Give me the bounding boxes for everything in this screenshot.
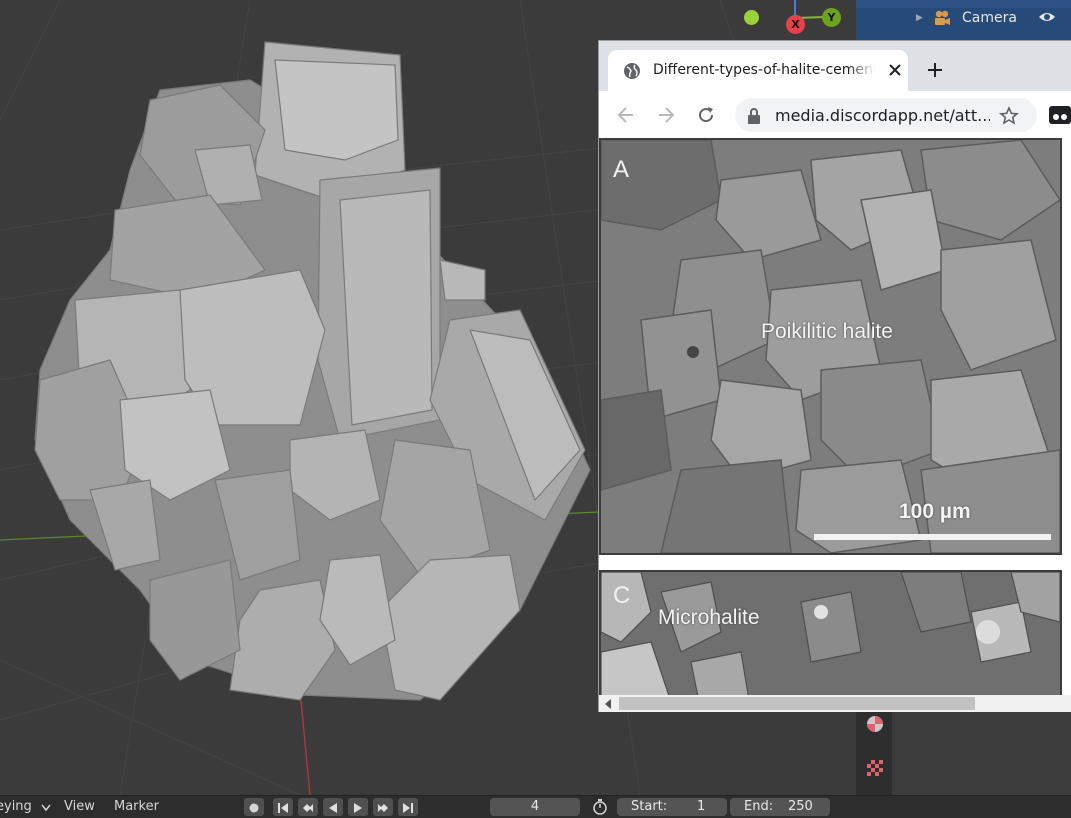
play-icon [354,803,362,813]
browser-window: Different-types-of-halite-cement media.d… [598,40,1071,712]
forward-arrow-icon[interactable] [656,105,676,125]
gizmo-y-label: Y [827,11,836,24]
record-icon [249,803,259,813]
texture-tab-icon[interactable] [865,758,885,778]
stopwatch-icon[interactable] [591,798,609,816]
timeline-header: eying View Marker 4 Start: 1 End: 250 [0,795,1071,818]
record-button[interactable] [244,798,264,816]
globe-icon [624,63,640,79]
scroll-left-arrow-icon[interactable] [605,699,611,709]
sem-image-c [601,572,1060,695]
sem-image-a [601,140,1060,553]
view-menu[interactable]: View [64,799,95,814]
expand-arrow-icon[interactable]: ▶ [916,13,923,23]
tab-title: Different-types-of-halite-cement [653,62,875,78]
end-value: 250 [788,799,813,814]
keying-menu[interactable]: eying [0,799,32,814]
start-value: 1 [697,799,706,814]
current-frame-field[interactable]: 4 [490,798,580,816]
tab-strip: Different-types-of-halite-cement [599,41,1071,91]
outliner-row-above[interactable] [856,0,1071,8]
gizmo-y-axis-ball[interactable]: Y [822,8,841,27]
bookmark-star-icon[interactable] [999,106,1019,126]
new-tab-icon[interactable] [926,61,944,79]
chevron-down-icon[interactable] [41,804,51,812]
back-arrow-icon[interactable] [616,105,636,125]
next-keyframe-icon [378,804,388,812]
gizmo-x-axis-ball[interactable]: X [786,15,805,34]
image-viewer[interactable]: A Poikilitic halite 100 µm C Microhalite [599,138,1071,695]
navigation-bar: media.discordapp.net/att... [599,91,1071,139]
properties-panel [892,700,1071,795]
play-reverse-icon [329,803,337,813]
visibility-eye-icon[interactable] [1038,10,1056,24]
reload-icon[interactable] [696,105,716,125]
material-tab-icon[interactable] [865,714,885,734]
panel-a-caption: Poikilitic halite [761,320,893,343]
close-tab-icon[interactable] [886,61,904,79]
prev-keyframe-icon [303,804,313,812]
marker-menu[interactable]: Marker [114,799,159,814]
play-reverse-button[interactable] [323,798,343,816]
gizmo-x-label: X [791,18,800,31]
end-label: End: [744,799,774,814]
sem-panel-a: A Poikilitic halite 100 µm [599,138,1062,555]
end-frame-field[interactable]: End: 250 [730,798,830,816]
gizmo-z-neg-ball[interactable] [744,10,759,25]
incognito-extension-icon[interactable] [1049,106,1071,124]
scrollbar-thumb[interactable] [619,697,975,710]
scale-label: 100 µm [899,500,971,523]
jump-start-icon [278,803,288,813]
jump-start-button[interactable] [273,798,293,816]
start-frame-field[interactable]: Start: 1 [617,798,727,816]
browser-tab[interactable]: Different-types-of-halite-cement [608,50,908,91]
properties-tab-strip [856,700,893,795]
outliner-panel: ▶ Camera [856,0,1071,42]
panel-c-caption: Microhalite [658,606,760,629]
horizontal-scrollbar[interactable] [599,695,1071,712]
jump-end-icon [403,803,413,813]
lock-icon[interactable] [747,108,761,124]
start-label: Start: [631,799,668,814]
url-text[interactable]: media.discordapp.net/att... [775,106,990,125]
panel-a-letter: A [613,156,630,183]
prev-keyframe-button[interactable] [298,798,318,816]
sem-panel-c: C Microhalite [599,570,1062,695]
current-frame-value: 4 [530,799,540,814]
halite-crystal-model [34,41,591,701]
panel-c-letter: C [613,582,631,609]
outliner-item-label[interactable]: Camera [962,10,1017,26]
address-bar[interactable]: media.discordapp.net/att... [735,98,1037,132]
next-keyframe-button[interactable] [373,798,393,816]
scale-bar [814,534,1051,540]
play-button[interactable] [348,798,368,816]
glasses-icon [1053,114,1067,120]
camera-icon [935,10,950,25]
jump-end-button[interactable] [398,798,418,816]
